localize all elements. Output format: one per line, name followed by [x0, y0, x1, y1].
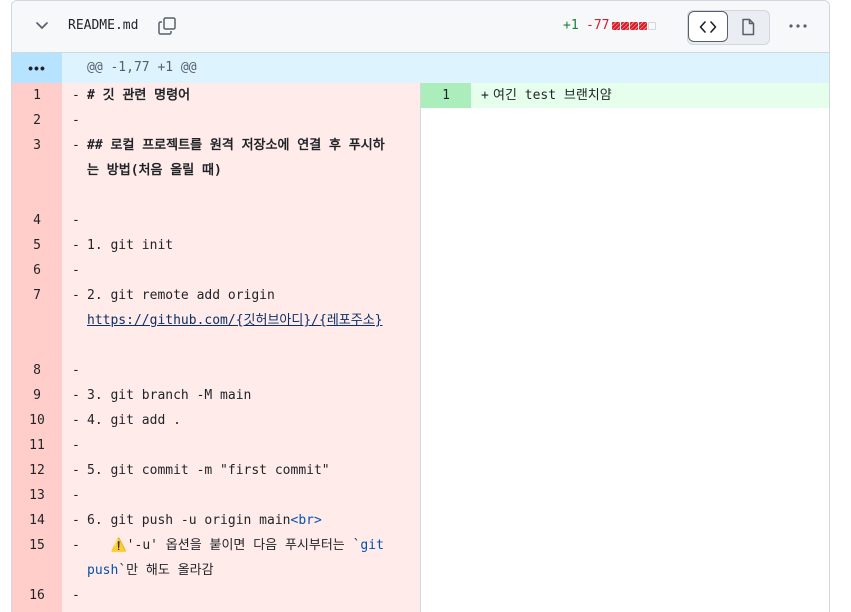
diffstat-square: [648, 22, 656, 30]
line-number[interactable]: 5: [12, 233, 62, 258]
line-marker: +: [481, 88, 489, 103]
diff-line: 13 -: [12, 483, 420, 508]
line-number[interactable]: 7: [12, 283, 62, 308]
diff-line: 1 + 여긴 test 브랜치얌: [421, 83, 829, 108]
diff-line: 11 -: [12, 433, 420, 458]
line-number[interactable]: 3: [12, 133, 62, 158]
line-number[interactable]: 14: [12, 508, 62, 533]
line-marker: -: [72, 538, 80, 553]
line-marker: -: [72, 413, 80, 428]
code-icon[interactable]: [688, 11, 728, 42]
additions-count: +1: [563, 18, 579, 33]
line-marker: -: [72, 138, 80, 153]
line-number[interactable]: 8: [12, 358, 62, 383]
line-number[interactable]: 1: [12, 83, 62, 108]
diff-line: 4 -: [12, 208, 420, 233]
diffstat-square: [621, 22, 629, 30]
diff-line: 12 - 5. git commit -m "first commit": [12, 458, 420, 483]
diff-line: 14 - 6. git push -u origin main<br>: [12, 508, 420, 533]
diff-line: 5 - 1. git init: [12, 233, 420, 258]
line-number[interactable]: 1: [421, 83, 471, 108]
code-text: 6. git push -u origin main: [87, 513, 291, 528]
diff-line: 16 -: [12, 583, 420, 608]
line-code: 4. git add .: [87, 413, 181, 428]
chevron-down-icon[interactable]: [31, 15, 53, 37]
line-number[interactable]: 13: [12, 483, 62, 508]
line-marker: -: [72, 513, 80, 528]
line-marker: -: [72, 588, 80, 603]
line-marker: -: [72, 88, 80, 103]
line-code: 5. git commit -m "first commit": [87, 463, 330, 478]
diff-file: README.md +1 -77 ••• @@ -1,77 +1 @@ 1 - …: [11, 0, 830, 612]
line-code: 3. git branch -M main: [87, 388, 252, 403]
repo-url-link[interactable]: https://github.com/{깃허브아디}/{레포주소}: [87, 313, 382, 328]
line-number[interactable]: 2: [12, 108, 62, 133]
html-tag: <br>: [290, 513, 322, 528]
code-text: ⚠️'-u' 옵션을 붙이면 다음 푸시부터는 `: [87, 538, 361, 553]
code-text: 2. git remote add origin: [87, 288, 275, 303]
diff-line: 15 - ⚠️'-u' 옵션을 붙이면 다음 푸시부터는 `git push`만…: [12, 533, 420, 583]
hunk-header: ••• @@ -1,77 +1 @@: [12, 53, 829, 83]
diff-line: 8 -: [12, 358, 420, 383]
diff-line: 6 -: [12, 258, 420, 283]
view-toggle: [687, 10, 770, 45]
diffstat-square: [639, 22, 647, 30]
diffstat-square: [630, 22, 638, 30]
line-code: ## 로컬 프로젝트를 원격 저장소에 연결 후 푸시하는 방법(처음 올릴 때…: [87, 138, 385, 178]
diffstat-square: [612, 22, 620, 30]
line-code: 6. git push -u origin main<br>: [87, 508, 387, 533]
line-marker: -: [72, 113, 80, 128]
line-number[interactable]: 12: [12, 458, 62, 483]
line-marker: -: [72, 388, 80, 403]
diff-line: 7 - 2. git remote add origin https://git…: [12, 283, 420, 358]
diff-line: 3 - ## 로컬 프로젝트를 원격 저장소에 연결 후 푸시하는 방법(처음 …: [12, 133, 420, 208]
kebab-horizontal-icon[interactable]: [787, 15, 809, 37]
line-marker: -: [72, 363, 80, 378]
file-name[interactable]: README.md: [68, 18, 138, 33]
line-code: 1. git init: [87, 238, 174, 253]
line-number[interactable]: 15: [12, 533, 62, 558]
line-marker: -: [72, 438, 80, 453]
line-code: # 깃 관련 명령어: [87, 88, 191, 103]
diff-line: 1 - # 깃 관련 명령어: [12, 83, 420, 108]
diff-line: 9 - 3. git branch -M main: [12, 383, 420, 408]
expand-button[interactable]: •••: [12, 53, 62, 83]
line-code: ⚠️'-u' 옵션을 붙이면 다음 푸시부터는 `git push`만 해도 올…: [87, 533, 387, 583]
file-header: README.md +1 -77: [12, 1, 829, 53]
line-number[interactable]: 11: [12, 433, 62, 458]
line-marker: -: [72, 488, 80, 503]
line-code: 여긴 test 브랜치얌: [493, 88, 612, 103]
line-number[interactable]: 16: [12, 583, 62, 608]
file-icon[interactable]: [728, 11, 768, 42]
line-number[interactable]: 4: [12, 208, 62, 233]
line-number[interactable]: 6: [12, 258, 62, 283]
added-pane: 1 + 여긴 test 브랜치얌: [421, 83, 829, 612]
copy-icon[interactable]: [156, 15, 178, 37]
line-code: 2. git remote add origin https://github.…: [87, 283, 387, 333]
line-number[interactable]: 9: [12, 383, 62, 408]
line-marker: -: [72, 238, 80, 253]
deleted-pane: 1 - # 깃 관련 명령어 2 - 3 - ## 로컬 프로젝트를 원격 저장…: [12, 83, 420, 612]
diffstat-bar: [612, 22, 656, 30]
hunk-range: @@ -1,77 +1 @@: [87, 60, 197, 75]
line-marker: -: [72, 288, 80, 303]
line-marker: -: [72, 213, 80, 228]
code-text: `만 해도 올라감: [118, 563, 214, 578]
diff-line: 10 - 4. git add .: [12, 408, 420, 433]
deletions-count: -77: [586, 18, 610, 33]
line-number[interactable]: 10: [12, 408, 62, 433]
line-marker: -: [72, 263, 80, 278]
diff-line: 2 -: [12, 108, 420, 133]
line-marker: -: [72, 463, 80, 478]
